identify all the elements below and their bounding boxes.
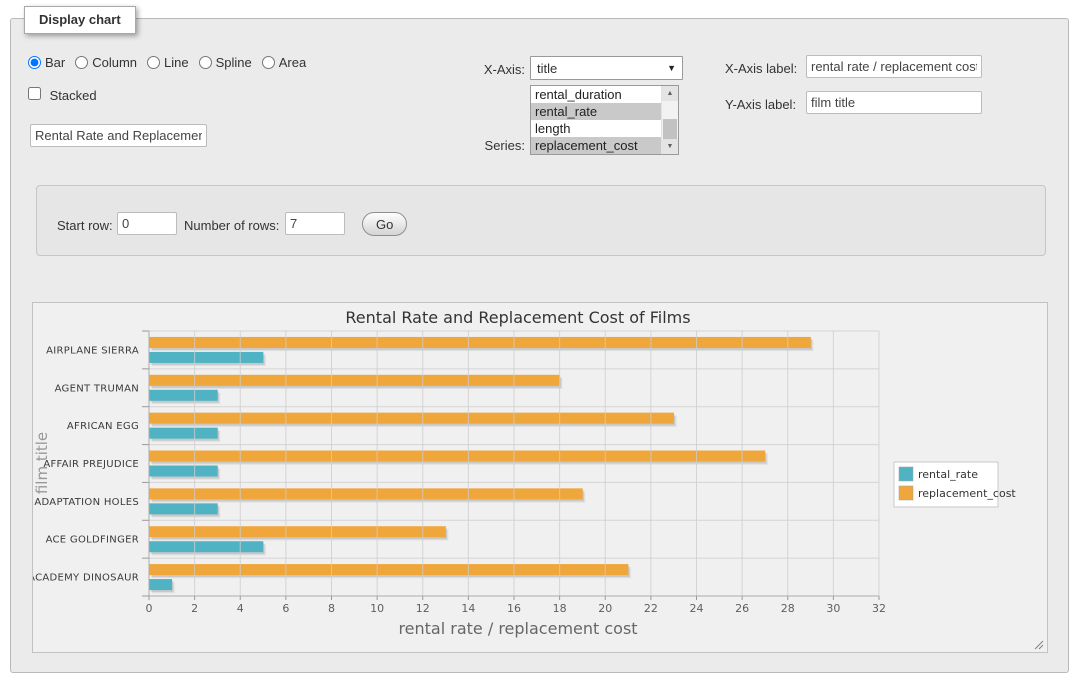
radio-spline-input[interactable] bbox=[199, 56, 212, 69]
chart-resize-handle[interactable] bbox=[1035, 641, 1043, 649]
yaxis-label-caption: Y-Axis label: bbox=[725, 97, 796, 112]
radio-bar-label: Bar bbox=[45, 55, 65, 70]
series-scrollbar[interactable]: ▲ ▼ bbox=[661, 86, 678, 154]
xaxis-label-input[interactable] bbox=[806, 55, 982, 78]
xaxis-label-caption: X-Axis label: bbox=[725, 61, 797, 76]
series-option-rental-duration[interactable]: rental_duration bbox=[531, 86, 661, 103]
rental_rate-bar bbox=[150, 428, 218, 439]
chart-container: Rental Rate and Replacement Cost of Film… bbox=[32, 302, 1048, 653]
radio-line-input[interactable] bbox=[147, 56, 160, 69]
x-tick-label: 0 bbox=[146, 602, 153, 615]
x-tick-label: 24 bbox=[690, 602, 704, 615]
num-rows-input[interactable] bbox=[285, 212, 345, 235]
rental_rate-bar bbox=[150, 466, 218, 477]
scrollbar-thumb[interactable] bbox=[663, 119, 677, 139]
radio-column-label: Column bbox=[92, 55, 137, 70]
panel-title-tab: Display chart bbox=[24, 6, 136, 34]
x-tick-label: 22 bbox=[644, 602, 658, 615]
chart-title-input[interactable] bbox=[30, 124, 207, 147]
yaxis-label-input[interactable] bbox=[806, 91, 982, 114]
go-button[interactable]: Go bbox=[362, 212, 407, 236]
category-label: AFRICAN EGG bbox=[67, 421, 139, 432]
radio-area-input[interactable] bbox=[262, 56, 275, 69]
rental_rate-bar bbox=[150, 503, 218, 514]
stacked-checkbox-label-wrap[interactable]: Stacked bbox=[28, 87, 97, 103]
radio-bar[interactable]: Bar bbox=[28, 55, 65, 70]
category-label: AIRPLANE SIERRA bbox=[46, 345, 139, 356]
radio-column[interactable]: Column bbox=[75, 55, 137, 70]
chart-type-radio-group: Bar Column Line Spline Area bbox=[28, 55, 316, 70]
replacement_cost-bar bbox=[150, 488, 583, 499]
x-axis-title: rental rate / replacement cost bbox=[398, 619, 637, 638]
stacked-checkbox[interactable] bbox=[28, 87, 41, 100]
x-tick-label: 26 bbox=[735, 602, 749, 615]
series-option-rental-rate[interactable]: rental_rate bbox=[531, 103, 661, 120]
xaxis-caption: X-Axis: bbox=[440, 62, 525, 77]
x-tick-label: 16 bbox=[507, 602, 521, 615]
replacement_cost-bar bbox=[150, 564, 629, 575]
dropdown-arrow-icon: ▼ bbox=[667, 63, 676, 73]
x-tick-label: 28 bbox=[781, 602, 795, 615]
radio-column-input[interactable] bbox=[75, 56, 88, 69]
series-caption: Series: bbox=[440, 138, 525, 153]
series-options: rental_duration rental_rate length repla… bbox=[531, 86, 661, 154]
category-label: AFFAIR PREJUDICE bbox=[43, 459, 139, 470]
x-tick-label: 12 bbox=[416, 602, 430, 615]
rental_rate-bar bbox=[150, 541, 264, 552]
category-label: ACE GOLDFINGER bbox=[46, 535, 139, 546]
x-tick-label: 2 bbox=[191, 602, 198, 615]
start-row-caption: Start row: bbox=[57, 218, 113, 233]
radio-bar-input[interactable] bbox=[28, 56, 41, 69]
legend-label-rental_rate: rental_rate bbox=[918, 468, 978, 481]
x-tick-label: 4 bbox=[237, 602, 244, 615]
rental_rate-bar bbox=[150, 579, 173, 590]
scroll-up-icon[interactable]: ▲ bbox=[662, 86, 678, 101]
replacement_cost-bar bbox=[150, 413, 674, 424]
legend-label-replacement_cost: replacement_cost bbox=[918, 487, 1016, 500]
y-axis-title: film title bbox=[33, 432, 51, 494]
xaxis-selected-value: title bbox=[537, 61, 667, 76]
radio-line-label: Line bbox=[164, 55, 189, 70]
legend-swatch-rental_rate bbox=[899, 467, 913, 481]
replacement_cost-bar bbox=[150, 526, 446, 537]
radio-spline-label: Spline bbox=[216, 55, 252, 70]
series-listbox[interactable]: rental_duration rental_rate length repla… bbox=[530, 85, 679, 155]
x-tick-label: 18 bbox=[553, 602, 567, 615]
x-tick-label: 14 bbox=[461, 602, 475, 615]
radio-area[interactable]: Area bbox=[262, 55, 306, 70]
replacement_cost-bar bbox=[150, 451, 766, 462]
radio-area-label: Area bbox=[279, 55, 306, 70]
chart-title: Rental Rate and Replacement Cost of Film… bbox=[345, 308, 690, 327]
x-tick-label: 20 bbox=[598, 602, 612, 615]
category-label: ACADEMY DINOSAUR bbox=[33, 573, 139, 584]
scroll-down-icon[interactable]: ▼ bbox=[662, 139, 678, 154]
x-tick-label: 32 bbox=[872, 602, 886, 615]
category-label: AGENT TRUMAN bbox=[55, 383, 139, 394]
start-row-input[interactable] bbox=[117, 212, 177, 235]
num-rows-caption: Number of rows: bbox=[184, 218, 279, 233]
stacked-label: Stacked bbox=[50, 88, 97, 103]
x-tick-label: 30 bbox=[826, 602, 840, 615]
legend-swatch-replacement_cost bbox=[899, 486, 913, 500]
x-tick-label: 8 bbox=[328, 602, 335, 615]
x-tick-label: 6 bbox=[282, 602, 289, 615]
radio-spline[interactable]: Spline bbox=[199, 55, 252, 70]
radio-line[interactable]: Line bbox=[147, 55, 189, 70]
bar-chart-svg: Rental Rate and Replacement Cost of Film… bbox=[33, 303, 1047, 652]
rental_rate-bar bbox=[150, 352, 264, 363]
rental_rate-bar bbox=[150, 390, 218, 401]
replacement_cost-bar bbox=[150, 337, 811, 348]
series-option-length[interactable]: length bbox=[531, 120, 661, 137]
replacement_cost-bar bbox=[150, 375, 560, 386]
series-option-replacement-cost[interactable]: replacement_cost bbox=[531, 137, 661, 154]
panel-title: Display chart bbox=[39, 12, 121, 27]
xaxis-select[interactable]: title ▼ bbox=[530, 56, 683, 80]
x-tick-label: 10 bbox=[370, 602, 384, 615]
stacked-checkbox-row: Stacked bbox=[28, 87, 97, 103]
category-label: ADAPTATION HOLES bbox=[34, 497, 139, 508]
